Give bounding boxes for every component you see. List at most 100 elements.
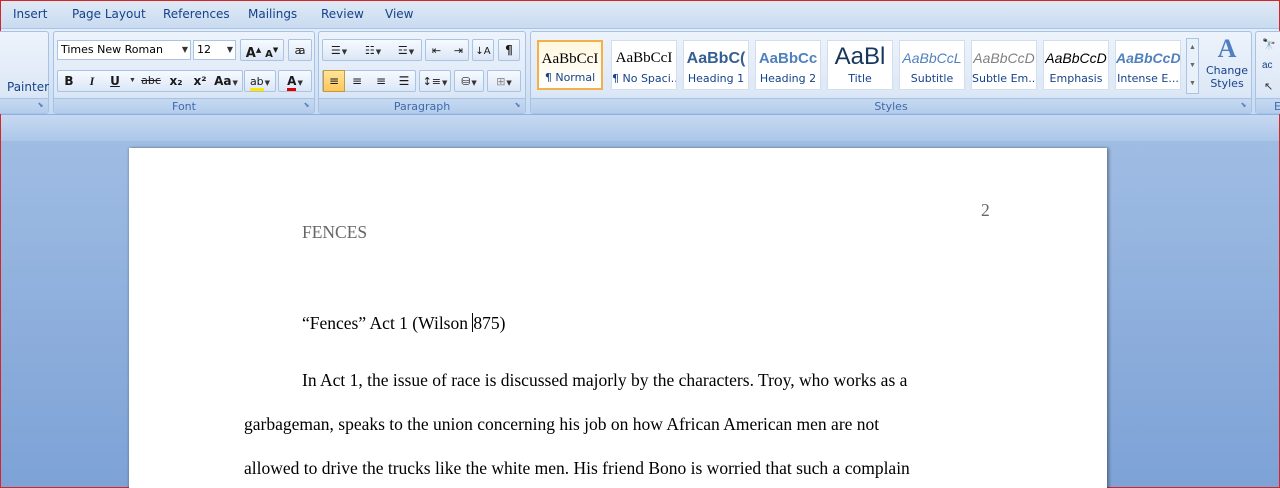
change-styles-label-1: Change xyxy=(1205,64,1249,77)
tab-mailings[interactable]: Mailings xyxy=(248,7,297,21)
clipboard-group: Painter ⬊ xyxy=(0,31,49,114)
font-color-button[interactable]: A▼ xyxy=(278,70,312,92)
chevron-up-icon[interactable]: ▲ xyxy=(1187,39,1198,57)
dialog-launcher-icon[interactable]: ⬊ xyxy=(302,101,311,110)
change-case-button[interactable]: Aa▼ xyxy=(212,70,240,92)
style-name: Title xyxy=(848,72,872,85)
style-name: Heading 1 xyxy=(687,72,745,85)
strikethrough-button[interactable]: abc xyxy=(138,70,164,92)
style-subtle-emphasis[interactable]: AaBbCcD Subtle Em... xyxy=(971,40,1037,90)
style-sample: AaBbCcD xyxy=(973,50,1035,66)
numbering-button[interactable]: ☷▼ xyxy=(357,39,389,61)
paragraph-line-3[interactable]: allowed to drive the trucks like the whi… xyxy=(244,458,910,479)
style-normal[interactable]: AaBbCcI ¶ Normal xyxy=(537,40,603,90)
styles-group: AaBbCcI ¶ Normal AaBbCcI ¶ No Spaci... A… xyxy=(530,31,1252,114)
paragraph-group-label: Paragraph xyxy=(319,98,525,113)
change-case-label: Aa xyxy=(214,74,232,88)
running-header: FENCES xyxy=(302,222,368,242)
format-painter-button[interactable]: Painter xyxy=(7,80,49,94)
style-sample: AaBbCcI xyxy=(541,51,599,67)
chevron-down-icon[interactable]: ▼ xyxy=(129,77,136,84)
styles-gallery-scrollbar[interactable]: ▲ ▼ ▼ xyxy=(1186,38,1199,94)
font-group: Times New Roman ▼ 12 ▼ A▲ A▼ ꜳ B I U ▼ a… xyxy=(53,31,315,114)
page-number: 2 xyxy=(981,200,990,220)
more-styles-icon[interactable]: ▼ xyxy=(1187,75,1198,93)
tab-page-layout[interactable]: Page Layout xyxy=(72,7,146,21)
justify-button[interactable]: ☰ xyxy=(393,70,415,92)
align-right-button[interactable]: ≡ xyxy=(370,70,392,92)
increase-indent-icon: ⇥ xyxy=(453,44,464,57)
replace-icon[interactable]: ac xyxy=(1262,60,1273,71)
style-sample: AaBbC( xyxy=(686,50,746,67)
select-pointer-icon[interactable]: ↖ xyxy=(1264,80,1273,93)
style-intense-emphasis[interactable]: AaBbCcD Intense E... xyxy=(1115,40,1181,90)
change-styles-button[interactable]: A Change Styles xyxy=(1203,34,1251,96)
multilevel-list-button[interactable]: ☲▼ xyxy=(390,39,422,61)
style-no-spacing[interactable]: AaBbCcI ¶ No Spaci... xyxy=(611,40,677,90)
heading-text-start: “Fences” Act 1 (Wilson xyxy=(302,313,473,333)
underline-button[interactable]: U xyxy=(104,70,126,92)
subscript-button[interactable]: x₂ xyxy=(165,70,187,92)
paragraph-line-2[interactable]: garbageman, speaks to the union concerni… xyxy=(244,414,879,435)
dialog-launcher-icon[interactable]: ⬊ xyxy=(513,101,522,110)
style-emphasis[interactable]: AaBbCcD Emphasis xyxy=(1043,40,1109,90)
document-page[interactable]: 2 FENCES “Fences” Act 1 (Wilson 875) In … xyxy=(129,148,1107,488)
show-marks-button[interactable]: ¶ xyxy=(498,39,520,61)
font-name-combo[interactable]: Times New Roman ▼ xyxy=(57,40,191,60)
highlighter-icon: ab xyxy=(249,75,264,91)
font-color-icon: A xyxy=(287,74,297,91)
styles-group-label: Styles xyxy=(531,98,1251,113)
clear-formatting-button[interactable]: ꜳ xyxy=(288,39,312,61)
shading-button[interactable]: ⛁▼ xyxy=(454,70,484,92)
numbered-list-icon: ☷ xyxy=(364,44,375,57)
style-subtitle[interactable]: AaBbCcL Subtitle xyxy=(899,40,965,90)
chevron-down-icon: ▼ xyxy=(226,45,233,54)
section-heading[interactable]: “Fences” Act 1 (Wilson 875) xyxy=(302,313,505,334)
shrink-font-button[interactable]: A xyxy=(265,49,273,60)
paragraph-line-1[interactable]: In Act 1, the issue of race is discussed… xyxy=(302,370,907,391)
heading-text-end: 875) xyxy=(473,313,506,333)
font-group-label: Font xyxy=(54,98,314,113)
style-title[interactable]: AaBl Title xyxy=(827,40,893,90)
ribbon-tabs: Insert Page Layout References Mailings R… xyxy=(1,1,1279,28)
line-spacing-icon: ↕≡ xyxy=(422,75,442,88)
style-heading-1[interactable]: AaBbC( Heading 1 xyxy=(683,40,749,90)
align-left-button[interactable]: ≡ xyxy=(323,70,345,92)
dialog-launcher-icon[interactable]: ⬊ xyxy=(1239,101,1248,110)
dialog-launcher-icon[interactable]: ⬊ xyxy=(36,101,45,110)
italic-button[interactable]: I xyxy=(81,70,103,92)
style-sample: AaBbCcI xyxy=(615,50,673,66)
chevron-down-icon[interactable]: ▼ xyxy=(1187,57,1198,75)
increase-indent-button[interactable]: ⇥ xyxy=(448,39,469,61)
align-center-button[interactable]: ≡ xyxy=(346,70,368,92)
style-name: Intense E... xyxy=(1117,72,1179,85)
find-icon[interactable]: 🔭 xyxy=(1262,38,1276,51)
grow-font-button[interactable]: A xyxy=(246,46,256,61)
highlight-color-button[interactable]: ab▼ xyxy=(244,70,276,92)
bold-button[interactable]: B xyxy=(58,70,80,92)
style-heading-2[interactable]: AaBbCc Heading 2 xyxy=(755,40,821,90)
tab-references[interactable]: References xyxy=(163,7,230,21)
chevron-down-icon: ▼ xyxy=(181,45,188,54)
tab-insert[interactable]: Insert xyxy=(13,7,47,21)
decrease-indent-button[interactable]: ⇤ xyxy=(426,39,447,61)
tab-review[interactable]: Review xyxy=(321,7,364,21)
line-spacing-button[interactable]: ↕≡▼ xyxy=(419,70,451,92)
sort-az-icon: ↓A xyxy=(475,46,491,57)
style-sample: AaBl xyxy=(834,43,886,70)
align-left-icon: ≡ xyxy=(328,74,340,88)
editing-group: 🔭 ac ↖ E xyxy=(1255,31,1280,114)
bullets-button[interactable]: ☰▼ xyxy=(323,39,355,61)
align-right-icon: ≡ xyxy=(375,74,387,88)
style-name: ¶ Normal xyxy=(544,71,596,84)
superscript-button[interactable]: x² xyxy=(189,70,211,92)
grow-shrink-font-buttons: A▲ A▼ xyxy=(240,39,284,61)
bullet-list-icon: ☰ xyxy=(330,44,341,57)
change-styles-icon: A xyxy=(1217,34,1237,63)
paint-bucket-icon: ⛁ xyxy=(461,75,471,88)
borders-button[interactable]: ⊞▼ xyxy=(487,70,521,92)
style-name: ¶ No Spaci... xyxy=(612,72,676,85)
tab-view[interactable]: View xyxy=(385,7,413,21)
sort-button[interactable]: ↓A xyxy=(472,39,494,61)
font-size-combo[interactable]: 12 ▼ xyxy=(193,40,236,60)
